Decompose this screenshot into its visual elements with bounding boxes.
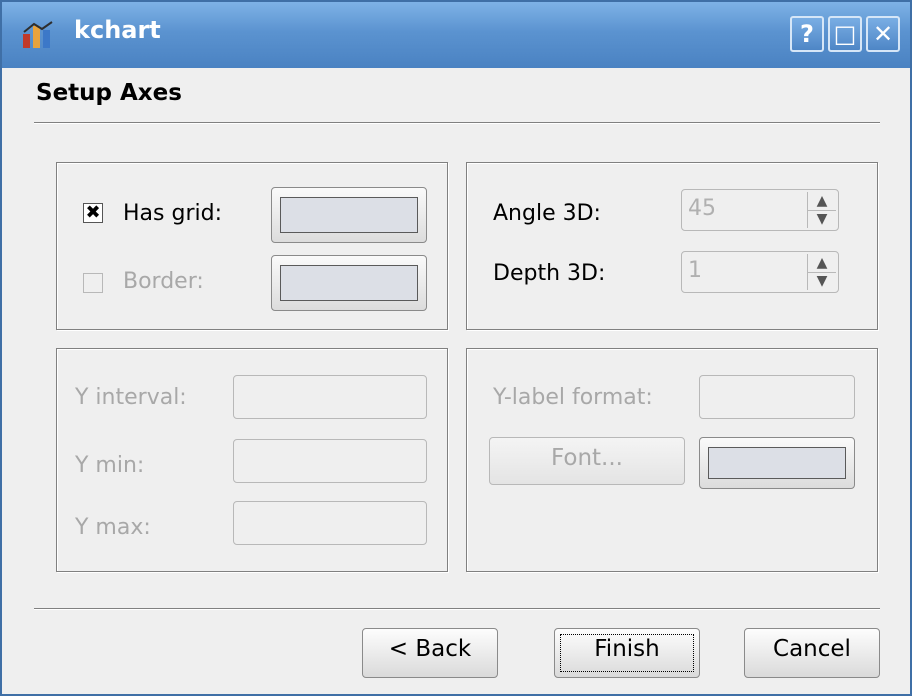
close-icon: ✕ xyxy=(872,20,894,48)
has-grid-label: Has grid: xyxy=(123,201,222,226)
maximize-icon: □ xyxy=(833,20,857,48)
close-button[interactable]: ✕ xyxy=(866,16,900,52)
y-min-label: Y min: xyxy=(75,453,145,478)
dialog-window: kchart ? □ ✕ Setup Axes ✖ Has grid: Bord… xyxy=(0,0,912,696)
border-color-button[interactable] xyxy=(271,255,427,311)
depth-3d-down-arrow-icon[interactable]: ▼ xyxy=(808,272,836,290)
font-button-label: Font... xyxy=(550,445,623,471)
angle-3d-label: Angle 3D: xyxy=(493,201,601,226)
angle-3d-up-arrow-icon[interactable]: ▲ xyxy=(808,192,836,211)
finish-button[interactable]: Finish xyxy=(554,628,700,678)
check-mark-icon: ✖ xyxy=(85,202,101,223)
window-title: kchart xyxy=(74,16,161,44)
kchart-app-icon xyxy=(23,21,53,48)
3d-group: Angle 3D: 45 ▲ ▼ Depth 3D: 1 ▲ ▼ xyxy=(466,162,878,330)
y-max-input[interactable] xyxy=(233,501,427,545)
footer-divider xyxy=(34,608,880,610)
border-label: Border: xyxy=(123,269,204,294)
help-button[interactable]: ? xyxy=(790,16,824,52)
back-button-label: < Back xyxy=(388,636,472,662)
label-color-button[interactable] xyxy=(699,437,855,489)
grid-color-button[interactable] xyxy=(271,187,427,243)
border-color-swatch xyxy=(280,265,418,301)
y-min-input[interactable] xyxy=(233,439,427,483)
has-grid-checkbox[interactable]: ✖ xyxy=(83,203,103,223)
font-button[interactable]: Font... xyxy=(489,437,685,485)
grid-color-swatch xyxy=(280,197,418,233)
back-button[interactable]: < Back xyxy=(362,628,498,678)
cancel-button[interactable]: Cancel xyxy=(744,628,880,678)
grid-group: ✖ Has grid: Border: xyxy=(56,162,448,330)
angle-3d-spinbox[interactable]: 45 ▲ ▼ xyxy=(681,189,839,231)
title-bar[interactable]: kchart ? □ ✕ xyxy=(2,2,910,68)
help-icon: ? xyxy=(800,20,814,48)
angle-3d-arrows: ▲ ▼ xyxy=(807,192,836,228)
y-interval-input[interactable] xyxy=(233,375,427,419)
y-label-group: Y-label format: Font... xyxy=(466,348,878,572)
depth-3d-value: 1 xyxy=(688,258,702,283)
y-interval-label: Y interval: xyxy=(75,385,187,410)
label-color-swatch xyxy=(708,447,846,479)
depth-3d-label: Depth 3D: xyxy=(493,261,606,286)
border-checkbox[interactable] xyxy=(83,273,103,293)
angle-3d-value: 45 xyxy=(688,196,716,221)
page-title: Setup Axes xyxy=(36,80,182,106)
cancel-button-label: Cancel xyxy=(773,636,851,662)
y-label-format-input[interactable] xyxy=(699,375,855,419)
y-label-format-label: Y-label format: xyxy=(493,385,653,410)
angle-3d-down-arrow-icon[interactable]: ▼ xyxy=(808,210,836,228)
y-axis-group: Y interval: Y min: Y max: xyxy=(56,348,448,572)
header-divider xyxy=(34,122,880,124)
finish-button-label: Finish xyxy=(594,636,660,662)
depth-3d-spinbox[interactable]: 1 ▲ ▼ xyxy=(681,251,839,293)
maximize-button[interactable]: □ xyxy=(828,16,862,52)
y-max-label: Y max: xyxy=(75,515,151,540)
depth-3d-arrows: ▲ ▼ xyxy=(807,254,836,290)
depth-3d-up-arrow-icon[interactable]: ▲ xyxy=(808,254,836,273)
